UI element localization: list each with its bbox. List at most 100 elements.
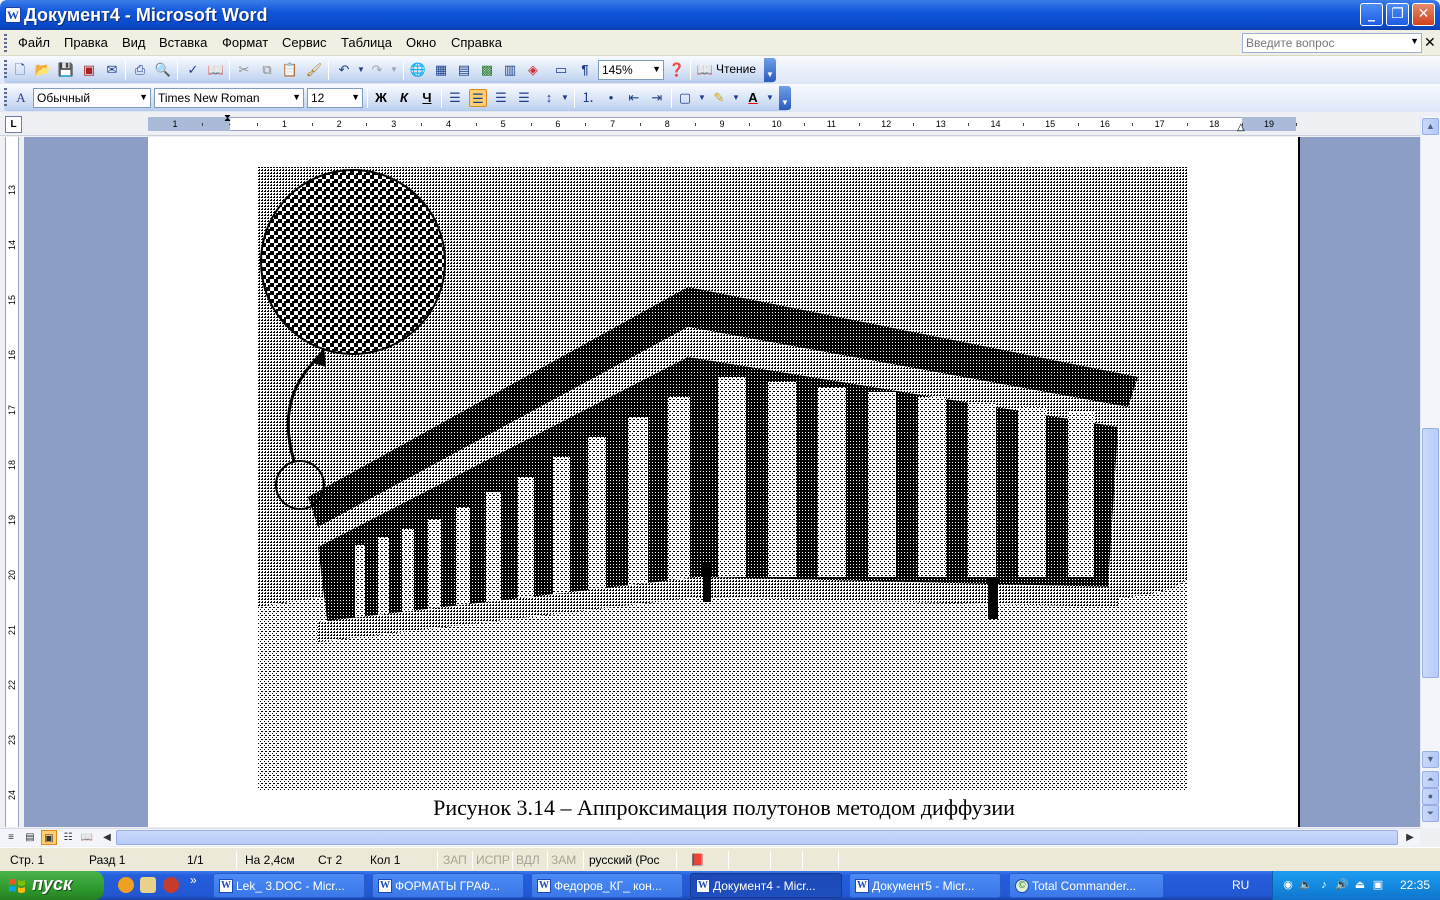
zoom-combo[interactable]: 145% ▼ <box>598 60 664 80</box>
highlight-dropdown-icon[interactable]: ▼ <box>727 89 745 107</box>
save-icon[interactable]: 💾 <box>57 61 75 79</box>
italic-button[interactable]: К <box>395 89 413 107</box>
status-extend[interactable]: ВДЛ <box>516 853 540 867</box>
menu-file[interactable]: Файл <box>18 35 50 50</box>
menu-format[interactable]: Формат <box>222 35 268 50</box>
cut-icon[interactable]: ✂ <box>235 61 253 79</box>
align-center-icon[interactable]: ☰ <box>469 89 487 107</box>
tables-borders-icon[interactable]: ▦ <box>432 61 450 79</box>
print-preview-icon[interactable]: 🔍 <box>154 61 172 79</box>
status-rec[interactable]: ЗАП <box>443 853 467 867</box>
task-document5[interactable]: W Документ5 - Micr... <box>849 873 1001 898</box>
first-line-indent-marker[interactable]: ⧗ <box>224 114 231 124</box>
drawing-icon[interactable]: ◈ <box>524 61 542 79</box>
tray-network-icon[interactable]: ◉ <box>1281 878 1295 892</box>
scroll-down-button[interactable]: ▼ <box>1422 751 1439 768</box>
quicklaunch-media-icon[interactable] <box>163 877 179 893</box>
reading-layout-icon[interactable]: 📖 <box>696 61 714 79</box>
task-lek3[interactable]: W Lek_ 3.DOC - Micr... <box>213 873 365 898</box>
horizontal-scrollbar[interactable]: ≡ ▤ ▣ ☷ 📖 ◀ ▶ <box>0 828 1420 846</box>
menu-table[interactable]: Таблица <box>341 35 392 50</box>
task-document4[interactable]: W Документ4 - Micr... <box>690 873 842 898</box>
scroll-up-button[interactable]: ▲ <box>1422 118 1439 135</box>
insert-table-icon[interactable]: ▤ <box>455 61 473 79</box>
status-overtype[interactable]: ЗАМ <box>551 853 576 867</box>
vertical-ruler[interactable]: 13 14 15 16 17 18 19 20 21 22 23 24 <box>0 137 24 827</box>
browse-object-button[interactable]: ● <box>1422 788 1439 805</box>
paste-icon[interactable]: 📋 <box>281 61 299 79</box>
quicklaunch-browser-icon[interactable] <box>118 877 134 893</box>
print-icon[interactable]: ⎙ <box>131 61 149 79</box>
word-app-icon[interactable]: W <box>5 7 21 23</box>
font-size-combo[interactable]: 12 ▼ <box>307 88 363 108</box>
horizontal-ruler[interactable]: L 1 · 1 2 3 4 5 6 7 8 9 10 11 12 13 14 15 16 17 18 19 ⧗ △ <box>0 112 1440 136</box>
insert-excel-icon[interactable]: ▩ <box>478 61 496 79</box>
help-dropdown-icon[interactable]: ▼ <box>1410 36 1419 46</box>
copy-icon[interactable]: ⧉ <box>258 61 276 79</box>
font-color-dropdown-icon[interactable]: ▼ <box>761 89 779 107</box>
align-left-icon[interactable]: ☰ <box>446 89 464 107</box>
justify-icon[interactable]: ☰ <box>515 89 533 107</box>
show-formatting-icon[interactable]: ¶ <box>576 61 594 79</box>
close-button[interactable]: ✕ <box>1412 3 1435 26</box>
scroll-right-button[interactable]: ▶ <box>1402 830 1418 845</box>
style-combo[interactable]: Обычный ▼ <box>33 88 151 108</box>
tray-volume-icon[interactable]: 🔊 <box>1335 878 1349 892</box>
new-document-icon[interactable]: 🗋 <box>11 61 29 79</box>
print-layout-icon[interactable]: ▣ <box>41 830 57 845</box>
permission-icon[interactable]: ▣ <box>80 61 98 79</box>
borders-icon[interactable]: ▢ <box>676 89 694 107</box>
decrease-indent-icon[interactable]: ⇤ <box>625 89 643 107</box>
toolbar-options-chevron[interactable]: ▼ <box>764 58 776 82</box>
font-combo[interactable]: Times New Roman ▼ <box>154 88 304 108</box>
highlight-icon[interactable]: ✎ <box>710 89 728 107</box>
taskbar-clock[interactable]: 22:35 <box>1400 878 1430 892</box>
document-page[interactable]: Рисунок 3.14 – Аппроксимация полутонов м… <box>148 137 1300 827</box>
help-icon[interactable]: ❓ <box>668 61 686 79</box>
spelling-status-icon[interactable]: 📕 <box>690 853 705 867</box>
language-indicator[interactable]: RU <box>1232 878 1249 892</box>
task-total-commander[interactable]: © Total Commander... <box>1009 873 1164 898</box>
open-icon[interactable]: 📂 <box>34 61 52 79</box>
line-spacing-dropdown-icon[interactable]: ▼ <box>556 89 574 107</box>
quicklaunch-more-icon[interactable]: » <box>190 873 197 887</box>
vertical-scroll-thumb[interactable] <box>1422 428 1439 678</box>
figure-image[interactable] <box>258 167 1188 791</box>
style-dropdown-icon[interactable]: ▼ <box>139 92 148 102</box>
redo-dropdown-icon[interactable]: ▼ <box>385 61 403 79</box>
font-size-dropdown-icon[interactable]: ▼ <box>351 92 360 102</box>
status-language[interactable]: русский (Рос <box>589 853 660 867</box>
status-track-changes[interactable]: ИСПР <box>476 853 510 867</box>
menu-edit[interactable]: Правка <box>64 35 108 50</box>
web-layout-icon[interactable]: ▤ <box>22 830 38 845</box>
bold-button[interactable]: Ж <box>372 89 390 107</box>
columns-icon[interactable]: ▥ <box>501 61 519 79</box>
hyperlink-icon[interactable]: 🌐 <box>409 61 427 79</box>
toolbar-grip[interactable] <box>4 60 7 78</box>
menu-view[interactable]: Вид <box>122 35 146 50</box>
toolbar-grip[interactable] <box>4 88 7 106</box>
tray-speaker-icon[interactable]: 🔈 <box>1299 878 1313 892</box>
task-formats[interactable]: W ФОРМАТЫ ГРАФ... <box>372 873 524 898</box>
increase-indent-icon[interactable]: ⇥ <box>648 89 666 107</box>
format-painter-icon[interactable]: 🖌 <box>305 61 323 79</box>
maximize-button[interactable]: ❐ <box>1386 3 1409 26</box>
minimize-button[interactable]: _ <box>1360 3 1383 26</box>
title-bar[interactable]: W Документ4 - Microsoft Word _ ❐ ✕ <box>0 0 1440 30</box>
right-indent-marker[interactable]: △ <box>1237 122 1245 133</box>
styles-formatting-icon[interactable]: A <box>12 89 30 107</box>
outline-view-icon[interactable]: ☷ <box>60 830 76 845</box>
document-close-icon[interactable]: ✕ <box>1424 34 1436 51</box>
tray-usb-icon[interactable]: ⏏ <box>1353 878 1367 892</box>
zoom-dropdown-icon[interactable]: ▼ <box>652 64 661 74</box>
figure-caption[interactable]: Рисунок 3.14 – Аппроксимация полутонов м… <box>148 795 1300 821</box>
document-workspace[interactable]: Рисунок 3.14 – Аппроксимация полутонов м… <box>24 137 1420 827</box>
email-icon[interactable]: ✉ <box>103 61 121 79</box>
next-page-button[interactable]: ⏷ <box>1422 805 1439 822</box>
borders-dropdown-icon[interactable]: ▼ <box>693 89 711 107</box>
reading-view-icon[interactable]: 📖 <box>79 830 95 845</box>
undo-icon[interactable]: ↶ <box>335 61 353 79</box>
tray-monitor-icon[interactable]: ▣ <box>1371 878 1385 892</box>
font-color-icon[interactable]: A <box>744 89 762 107</box>
menu-insert[interactable]: Вставка <box>159 35 207 50</box>
